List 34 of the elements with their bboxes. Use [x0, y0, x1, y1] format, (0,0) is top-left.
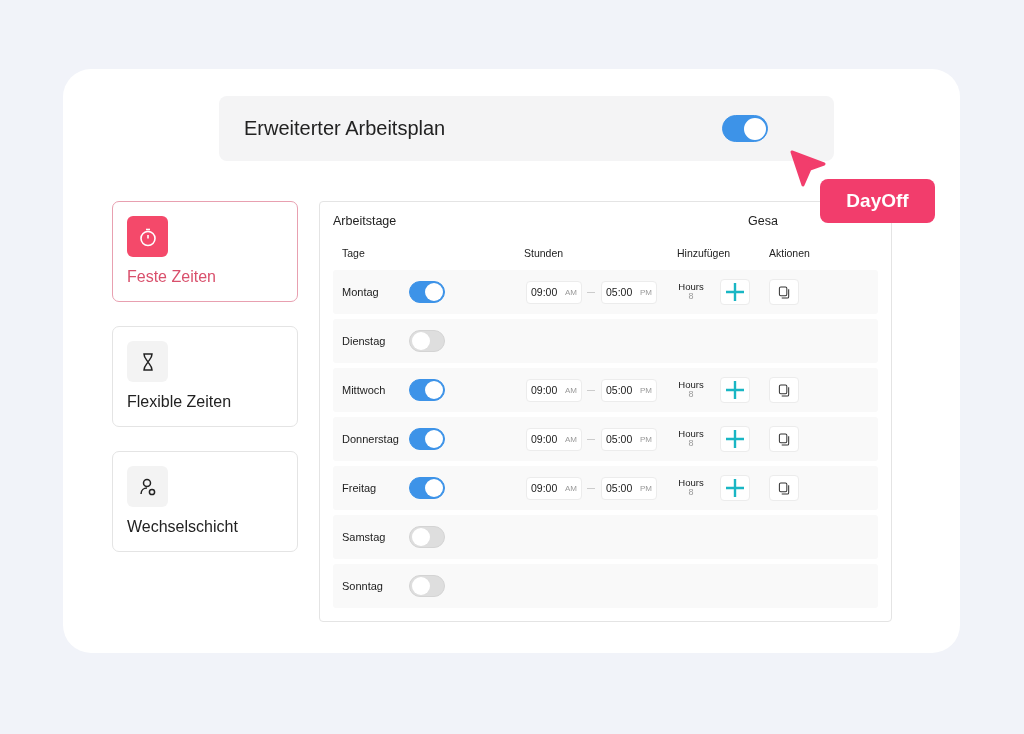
hours-value: 8 [688, 439, 694, 450]
mode-card[interactable]: Wechselschicht [112, 451, 298, 552]
column-header: Tage [342, 247, 366, 259]
hours-value: 8 [688, 390, 694, 401]
hours-label: Hours [678, 281, 704, 293]
time-field[interactable]: 09:00 AM [526, 378, 582, 402]
day-label: Donnerstag [342, 433, 400, 445]
settings-title: Erweiterter Arbeitsplan [244, 117, 446, 140]
time-field[interactable]: 05:00 PM [601, 476, 657, 500]
hours-label: Hours [678, 477, 704, 489]
panel-title: Arbeitstage [333, 214, 397, 228]
day-label: Montag [342, 286, 380, 298]
hours-value: 8 [688, 292, 694, 303]
hours-value: 8 [688, 488, 694, 499]
time-field[interactable]: 05:00 PM [601, 427, 657, 451]
day-label: Dienstag [342, 335, 387, 347]
day-label: Sonntag [342, 580, 384, 592]
hours-label: Hours [678, 379, 704, 391]
time-field[interactable]: 09:00 AM [526, 427, 582, 451]
dayoff-badge: DayOff [820, 179, 935, 223]
mode-card[interactable]: Flexible Zeiten [112, 326, 298, 427]
column-header: Aktionen [769, 247, 810, 259]
mode-card[interactable]: Feste Zeiten [112, 201, 298, 302]
day-label: Mittwoch [342, 384, 387, 396]
column-header: Hinzufügen [677, 247, 732, 259]
column-header: Gesa [748, 214, 778, 228]
time-field[interactable]: 05:00 PM [601, 280, 657, 304]
time-field[interactable]: 05:00 PM [601, 378, 657, 402]
day-label: Samstag [342, 531, 387, 543]
column-header: Stunden [524, 247, 565, 259]
time-field[interactable]: 09:00 AM [526, 280, 582, 304]
day-label: Freitag [342, 482, 378, 494]
time-field[interactable]: 09:00 AM [526, 476, 582, 500]
hours-label: Hours [678, 428, 704, 440]
